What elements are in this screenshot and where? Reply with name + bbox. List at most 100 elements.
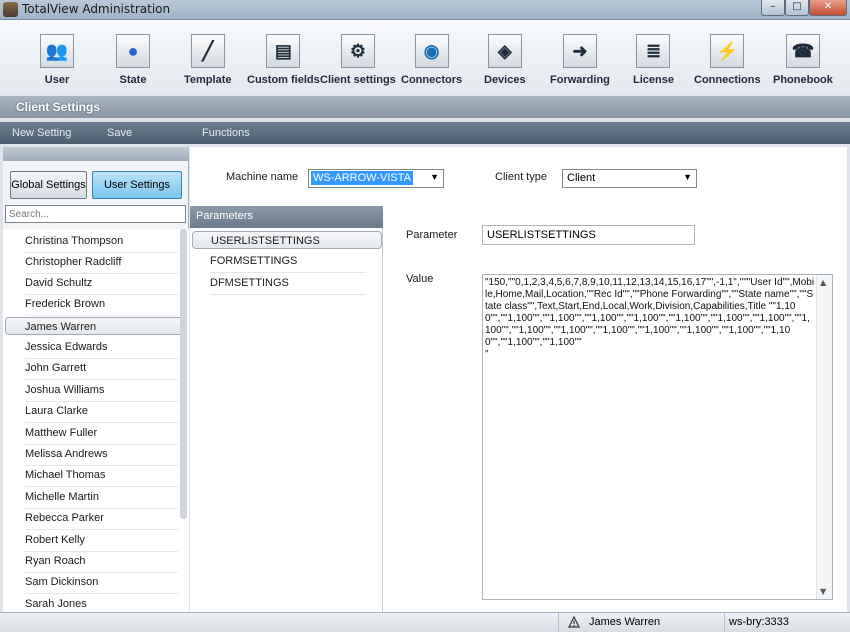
user-name: Christopher Radcliff (25, 256, 122, 268)
chevron-down-icon: ▼ (683, 172, 692, 182)
search-input[interactable] (5, 205, 186, 223)
toolbar-phonebook-button[interactable]: ☎ Phonebook (773, 34, 833, 86)
user-name: Robert Kelly (25, 534, 85, 546)
list-item[interactable]: Laura Clarke (6, 402, 186, 423)
minimize-button[interactable]: – (761, 0, 785, 16)
custom-fields-icon: ▤ (266, 34, 301, 68)
user-name: Michael Thomas (25, 469, 106, 481)
list-item[interactable]: Sam Dickinson (6, 573, 186, 594)
user-name: Sarah Jones (25, 598, 87, 610)
user-name: Matthew Fuller (25, 427, 98, 439)
global-settings-button[interactable]: Global Settings (10, 171, 87, 199)
user-icon: 👥 (40, 34, 74, 68)
user-name: Michelle Martin (25, 491, 99, 503)
value-text: "150,""0,1,2,3,4,5,6,7,8,9,10,11,12,13,1… (485, 277, 815, 360)
list-item[interactable]: Ryan Roach (6, 552, 186, 573)
client-type-value: Client (567, 172, 596, 184)
toolbar-user-button[interactable]: 👥 User (40, 34, 74, 86)
list-item[interactable]: Rebecca Parker (6, 509, 186, 530)
client-type-label: Client type (495, 171, 547, 183)
status-divider (724, 613, 725, 632)
left-pane-header (3, 147, 189, 161)
new-setting-menu[interactable]: New Setting (12, 127, 71, 139)
toolbar-label: Forwarding (550, 74, 610, 86)
toolbar-devices-button[interactable]: ◈ Devices (484, 34, 526, 86)
list-item[interactable]: David Schultz (6, 274, 186, 295)
forwarding-icon: ➜ (562, 34, 597, 68)
user-name: Joshua Williams (25, 384, 105, 396)
parameters-header: Parameters (190, 206, 383, 228)
parameter-name: USERLISTSETTINGS (211, 235, 320, 247)
status-user: James Warren (589, 616, 661, 628)
user-name: Sam Dickinson (25, 576, 99, 588)
parameter-name: DFMSETTINGS (210, 277, 289, 289)
chevron-down-icon: ▼ (430, 172, 439, 182)
title-bar: TotalView Administration – □ ✕ (0, 0, 850, 20)
machine-name-label: Machine name (226, 171, 299, 183)
scroll-down-icon[interactable]: ▼ (820, 587, 826, 596)
toolbar-connections-button[interactable]: ⚡ Connections (694, 34, 761, 86)
parameter-item-selected[interactable]: USERLISTSETTINGS (192, 231, 382, 249)
list-item[interactable]: Christina Thompson (6, 232, 186, 253)
toolbar-template-button[interactable]: ╱ Template (184, 34, 231, 86)
status-divider (558, 613, 559, 632)
machine-name-select[interactable]: WS-ARROW-VISTA ▼ (308, 169, 444, 188)
license-icon: ≣ (636, 34, 671, 68)
toolbar-label: Template (184, 74, 232, 86)
close-button[interactable]: ✕ (809, 0, 847, 16)
list-item[interactable]: Christopher Radcliff (6, 253, 186, 274)
functions-menu[interactable]: Functions (202, 127, 250, 139)
toolbar-label: Connectors (401, 74, 463, 86)
toolbar-state-button[interactable]: ● State (116, 34, 150, 86)
toolbar-label: Custom fields (247, 74, 320, 86)
list-item[interactable]: Michelle Martin (6, 488, 186, 509)
save-menu[interactable]: Save (107, 127, 132, 139)
user-list-scrollbar[interactable] (180, 229, 187, 519)
connectors-icon: ◉ (414, 34, 449, 68)
parameter-field[interactable]: USERLISTSETTINGS (482, 225, 695, 245)
toolbar-label: User (44, 74, 70, 86)
client-type-select[interactable]: Client ▼ (562, 169, 697, 188)
client-settings-panel: Machine name WS-ARROW-VISTA ▼ Client typ… (190, 147, 847, 612)
user-name: Jessica Edwards (25, 341, 108, 353)
list-item[interactable]: Robert Kelly (6, 531, 186, 552)
list-item-selected[interactable]: James Warren (5, 317, 185, 335)
client-settings-icon: ⚙ (340, 34, 375, 68)
toolbar-connectors-button[interactable]: ◉ Connectors (401, 34, 462, 86)
user-name: Melissa Andrews (25, 448, 108, 460)
phonebook-icon: ☎ (785, 34, 820, 68)
template-icon: ╱ (190, 34, 225, 68)
user-list: Christina Thompson Christopher Radcliff … (3, 229, 189, 612)
main-toolbar: 👥 User ● State ╱ Template ▤ Custom field… (0, 20, 850, 118)
scroll-up-icon[interactable]: ▲ (820, 278, 826, 287)
list-item[interactable]: Michael Thomas (6, 466, 186, 487)
user-name: Christina Thompson (25, 235, 124, 247)
list-item[interactable]: Sarah Jones (6, 595, 186, 613)
list-item[interactable]: Joshua Williams (6, 381, 186, 402)
toolbar-label: Connections (694, 74, 761, 86)
value-textarea[interactable]: "150,""0,1,2,3,4,5,6,7,8,9,10,11,12,13,1… (482, 274, 833, 600)
user-settings-button[interactable]: User Settings (92, 171, 182, 199)
toolbar-custom-fields-button[interactable]: ▤ Custom fields (247, 34, 320, 86)
user-name: John Garrett (25, 362, 87, 374)
user-name: Frederick Brown (25, 298, 106, 310)
maximize-button[interactable]: □ (785, 0, 809, 16)
parameters-panel: Parameters USERLISTSETTINGS FORMSETTINGS… (190, 206, 383, 612)
toolbar-label: Client settings (320, 74, 396, 86)
user-name: Rebecca Parker (25, 512, 104, 524)
section-title: Client Settings (16, 100, 101, 114)
parameter-item[interactable]: FORMSETTINGS (192, 252, 382, 273)
user-name: Laura Clarke (25, 405, 88, 417)
toolbar-license-button[interactable]: ≣ License (633, 34, 674, 86)
list-item[interactable]: Matthew Fuller (6, 424, 186, 445)
list-item[interactable]: Melissa Andrews (6, 445, 186, 466)
state-icon: ● (116, 34, 150, 68)
toolbar-label: License (633, 74, 674, 86)
list-item[interactable]: Frederick Brown (6, 295, 186, 316)
list-item[interactable]: Jessica Edwards (6, 338, 186, 359)
parameter-item[interactable]: DFMSETTINGS (192, 274, 382, 295)
toolbar-client-settings-button[interactable]: ⚙ Client settings (320, 34, 396, 86)
value-scrollbar[interactable]: ▲ ▼ (816, 275, 832, 599)
toolbar-forwarding-button[interactable]: ➜ Forwarding (550, 34, 610, 86)
list-item[interactable]: John Garrett (6, 359, 186, 380)
